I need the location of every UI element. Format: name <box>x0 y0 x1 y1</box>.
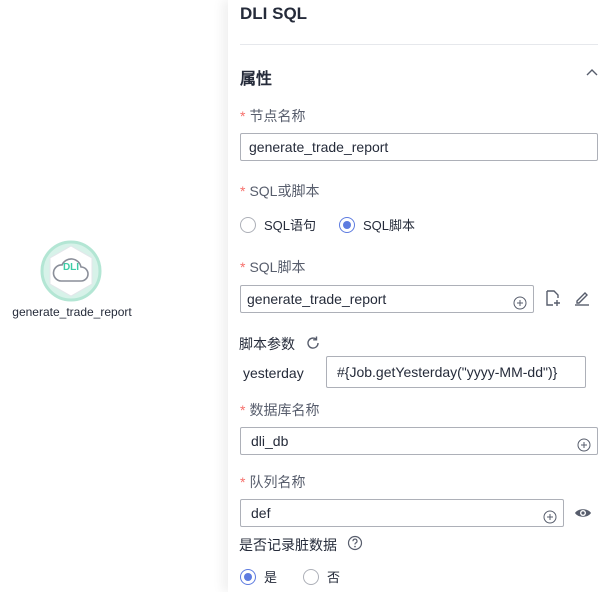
radio-label: SQL脚本 <box>363 218 416 233</box>
radio-sql-statement[interactable]: SQL语句 <box>240 215 316 234</box>
sql-or-script-label-text: SQL或脚本 <box>249 183 320 199</box>
eye-icon[interactable] <box>574 504 592 522</box>
panel-title: DLI SQL <box>240 4 308 23</box>
plus-circle-icon[interactable] <box>543 506 557 524</box>
radio-record-no[interactable]: 否 <box>303 567 340 586</box>
sql-script-select[interactable]: generate_trade_report <box>240 285 534 313</box>
radio-dot[interactable] <box>303 568 319 585</box>
node-label: generate_trade_report <box>12 305 132 319</box>
node-name-label: * 节点名称 <box>240 106 305 126</box>
queue-name-select[interactable]: def <box>240 499 564 527</box>
title-divider <box>240 44 598 45</box>
node-icon-text: DLI <box>62 262 80 273</box>
radio-label: SQL语句 <box>264 218 317 233</box>
radio-dot[interactable] <box>240 568 256 585</box>
section-title: 属性 <box>240 71 273 88</box>
workflow-canvas[interactable]: DLI generate_trade_report <box>0 0 228 592</box>
refresh-icon[interactable] <box>305 335 321 351</box>
required-mark: * <box>240 108 246 124</box>
param-value: #{Job.getYesterday("yyyy-MM-dd")} <box>337 364 558 380</box>
queue-name-label-text: 队列名称 <box>249 474 306 490</box>
sql-or-script-label: * SQL或脚本 <box>240 181 319 201</box>
record-dirty-data-label: 是否记录脏数据 <box>239 537 337 553</box>
sql-script-value: generate_trade_report <box>247 291 387 307</box>
required-mark: * <box>240 259 246 275</box>
radio-record-yes[interactable]: 是 <box>240 567 277 586</box>
queue-name-label: * 队列名称 <box>240 472 305 492</box>
radio-dot[interactable] <box>339 216 355 233</box>
radio-dot[interactable] <box>240 216 256 233</box>
plus-circle-icon[interactable] <box>577 434 591 452</box>
chevron-up-icon[interactable] <box>585 66 599 80</box>
edit-icon[interactable] <box>573 289 591 307</box>
sql-script-label: * SQL脚本 <box>240 257 305 277</box>
dli-sql-node[interactable]: DLI generate_trade_report <box>8 240 136 319</box>
node-icon[interactable]: DLI <box>40 240 102 302</box>
plus-circle-icon[interactable] <box>513 292 527 310</box>
node-name-label-text: 节点名称 <box>249 108 306 124</box>
database-name-label-text: 数据库名称 <box>249 402 320 418</box>
help-icon[interactable] <box>347 535 363 551</box>
database-name-value: dli_db <box>251 433 289 449</box>
node-name-input[interactable]: generate_trade_report <box>240 133 598 161</box>
radio-label: 是 <box>264 570 278 585</box>
database-name-label: * 数据库名称 <box>240 400 319 420</box>
param-value-input[interactable]: #{Job.getYesterday("yyyy-MM-dd")} <box>326 356 586 388</box>
database-name-select[interactable]: dli_db <box>240 427 598 455</box>
radio-sql-script[interactable]: SQL脚本 <box>339 215 415 234</box>
required-mark: * <box>240 183 246 199</box>
required-mark: * <box>240 474 246 490</box>
node-name-value: generate_trade_report <box>249 139 389 155</box>
sql-script-label-text: SQL脚本 <box>249 259 306 275</box>
new-file-icon[interactable] <box>544 289 562 307</box>
required-mark: * <box>240 402 246 418</box>
properties-panel: DLI SQL 属性 * 节点名称 generate_trade_report *… <box>228 0 615 592</box>
radio-label: 否 <box>327 570 341 585</box>
script-params-label: 脚本参数 <box>239 336 295 352</box>
queue-name-value: def <box>251 505 271 521</box>
param-name: yesterday <box>243 365 304 381</box>
